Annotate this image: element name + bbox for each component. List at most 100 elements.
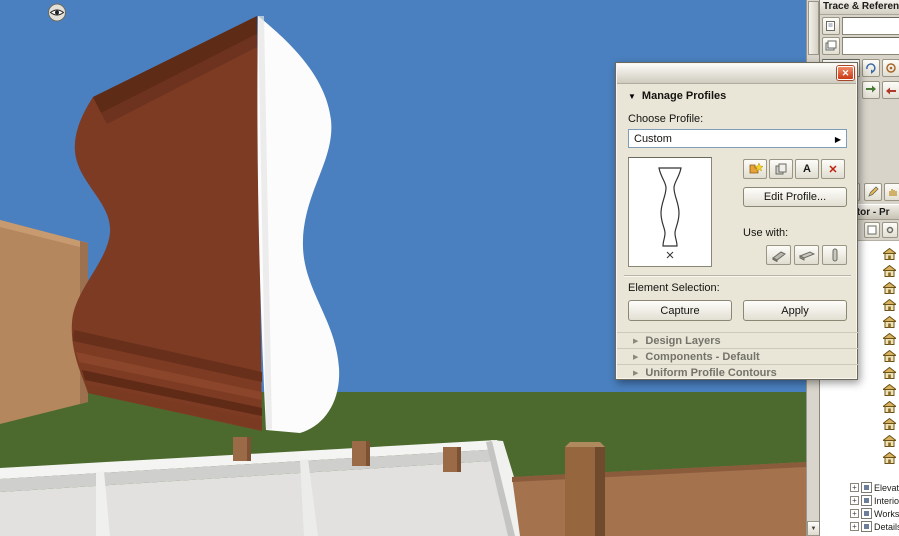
switch-reference-button[interactable] [862,81,880,99]
profile-select-value: Custom [634,132,672,145]
elevation-icon [861,482,872,493]
expand-toggle-icon[interactable]: + [850,496,859,505]
section-label: Uniform Profile Contours [645,366,777,379]
story-item[interactable] [820,449,899,466]
reference-source-dropdown[interactable] [842,37,899,55]
story-house-icon [883,264,896,277]
story-house-icon [883,349,896,362]
reference-settings-button[interactable] [822,37,840,55]
swap-arrows-icon [866,85,876,93]
navigator-settings-button[interactable] [882,222,898,238]
delete-icon: ✕ [828,163,838,176]
section-label: Components - Default [645,350,760,363]
story-item[interactable] [820,415,899,432]
story-house-icon [883,383,896,396]
collapsed-triangle-icon: ▶ [633,353,639,361]
reference-layers-icon [825,40,837,51]
story-house-icon [883,247,896,260]
navigator-view-button[interactable] [864,222,880,238]
hand-tool-button[interactable] [884,183,899,201]
pencil-icon [868,186,879,197]
eye-preview-button[interactable] [46,2,68,23]
rotate-reference-button[interactable] [862,59,880,77]
story-house-icon [883,434,896,447]
nav-item-label: Interior Elevations [874,495,899,506]
duplicate-profile-button[interactable] [769,159,793,179]
story-house-icon [883,451,896,464]
story-house-icon [883,332,896,345]
nav-item-details[interactable]: + Details [820,520,899,533]
eye-icon [48,3,66,22]
reference-page-icon [826,21,835,31]
story-house-icon [883,298,896,311]
interior-elevation-icon [861,495,872,506]
section-label: Design Layers [645,334,721,347]
manage-profiles-section-header[interactable]: ▼ Manage Profiles [628,89,726,103]
reset-reference-button[interactable] [882,59,899,77]
wall-icon [771,250,786,262]
story-item[interactable] [820,432,899,449]
collapsed-triangle-icon: ▶ [633,369,639,377]
nav-item-elevations[interactable]: + Elevations [820,481,899,494]
dialog-titlebar[interactable] [617,64,856,84]
archicad-window: ▼ Trace & Reference [0,0,899,536]
expand-toggle-icon[interactable]: + [850,522,859,531]
story-item[interactable] [820,381,899,398]
expand-toggle-icon[interactable]: + [850,509,859,518]
rename-profile-button[interactable]: A [795,159,819,179]
scrollbar-thumb[interactable] [808,1,819,55]
section-uniform-profile-contours[interactable]: ▶ Uniform Profile Contours [617,364,858,380]
profile-toolbar: A ✕ [743,159,845,179]
column-icon [832,248,837,262]
story-house-icon [883,366,896,379]
trace-reference-title[interactable]: Trace & Reference [820,0,899,15]
transfer-reference-button[interactable] [882,81,899,99]
tree-view-icon [867,225,877,235]
section-components-default[interactable]: ▶ Components - Default [617,348,858,364]
use-with-toolbar [766,245,847,265]
profile-preview [628,157,712,267]
choose-profile-label: Choose Profile: [628,113,704,125]
new-profile-button[interactable] [743,159,767,179]
delete-profile-button[interactable]: ✕ [821,159,845,179]
use-with-column-button[interactable] [822,245,847,265]
expanded-triangle-icon: ▼ [628,91,636,101]
navigator-bottom-items: + Elevations + Interior Elevations + Wor… [820,481,899,533]
expand-toggle-icon[interactable]: + [850,483,859,492]
trace-option-dropdown[interactable] [842,17,899,35]
apply-button[interactable]: Apply [743,300,847,321]
use-with-label: Use with: [743,227,789,239]
collapsed-sections: ▶ Design Layers ▶ Components - Default ▶… [617,332,858,380]
story-house-icon [883,417,896,430]
story-house-icon [883,400,896,413]
trace-reference-button[interactable] [822,17,840,35]
manage-profiles-dialog: ✕ ▼ Manage Profiles Choose Profile: Cust… [615,62,858,380]
pencil-tool-button[interactable] [864,183,882,201]
beam-icon [798,251,815,261]
close-button[interactable]: ✕ [837,66,854,80]
use-with-wall-button[interactable] [766,245,791,265]
nav-item-worksheets[interactable]: + Worksheets [820,507,899,520]
story-house-icon [883,281,896,294]
profile-select[interactable]: Custom ▶ [628,129,847,148]
capture-button[interactable]: Capture [628,300,732,321]
nav-item-interior-elevations[interactable]: + Interior Elevations [820,494,899,507]
section-design-layers[interactable]: ▶ Design Layers [617,332,858,348]
nav-item-label: Details [874,521,899,532]
edit-profile-button[interactable]: Edit Profile... [743,187,847,207]
new-profile-icon [749,162,763,174]
hand-icon [889,189,897,196]
story-house-icon [883,315,896,328]
swap-back-icon [886,87,896,95]
dropdown-arrow-icon: ▶ [834,135,841,144]
profile-outline-drawing [658,167,682,259]
dialog-title: Manage Profiles [641,90,727,102]
target-icon [886,63,896,73]
scroll-down-icon: ▼ [810,525,817,532]
collapsed-triangle-icon: ▶ [633,337,639,345]
story-item[interactable] [820,398,899,415]
nav-item-label: Elevations [874,482,899,493]
use-with-beam-button[interactable] [794,245,819,265]
element-selection-label: Element Selection: [628,282,720,294]
worksheet-icon [861,508,872,519]
